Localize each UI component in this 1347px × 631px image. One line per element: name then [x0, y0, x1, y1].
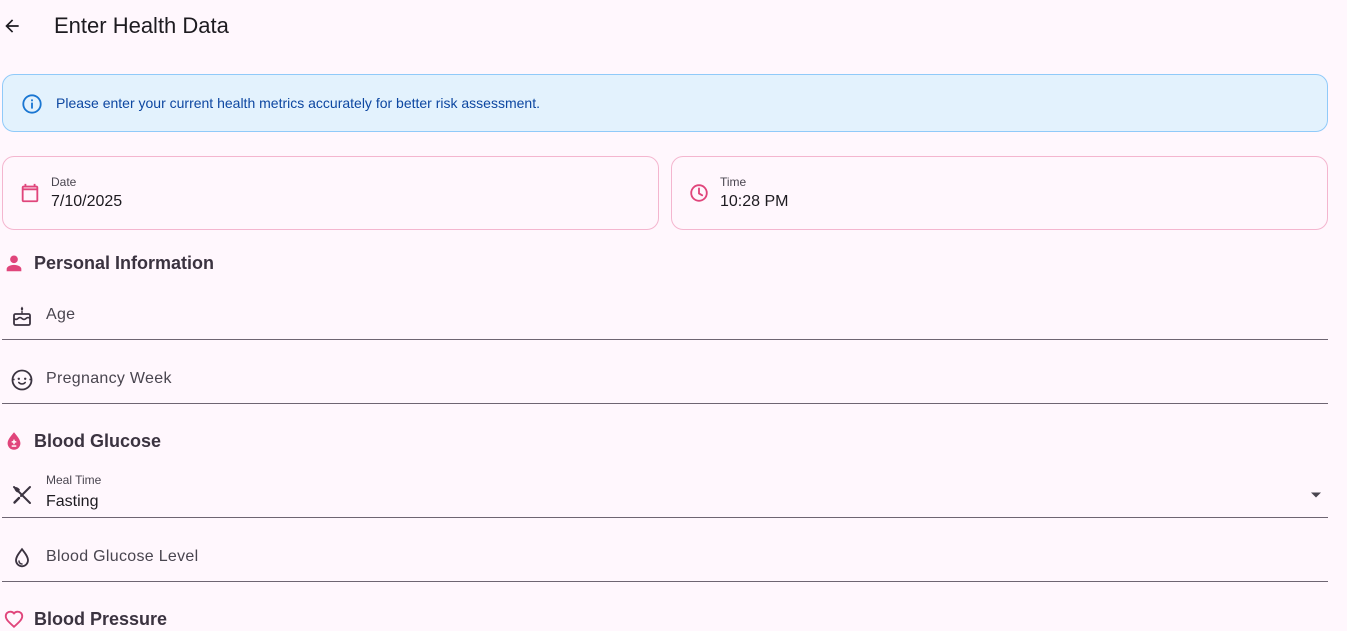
person-icon	[2, 251, 26, 275]
pregnancy-week-placeholder: Pregnancy Week	[46, 370, 172, 387]
page-title: Enter Health Data	[54, 13, 229, 38]
info-banner-text: Please enter your current health metrics…	[56, 95, 540, 111]
age-placeholder: Age	[46, 306, 76, 323]
meal-time-value: Fasting	[46, 493, 99, 510]
age-field[interactable]: Age	[2, 276, 1328, 340]
date-value: 7/10/2025	[51, 193, 123, 210]
baby-face-icon	[11, 369, 33, 391]
meal-time-dropdown[interactable]: Meal Time Fasting	[2, 454, 1328, 518]
section-blood-glucose: Blood Glucose	[2, 429, 161, 453]
section-personal-information: Personal Information	[2, 251, 214, 275]
calendar-icon	[21, 183, 39, 203]
cake-icon	[13, 306, 31, 326]
app-bar: Enter Health Data	[0, 0, 1347, 52]
section-title: Blood Glucose	[34, 430, 162, 451]
date-label: Date	[51, 175, 77, 189]
blood-glucose-level-placeholder: Blood Glucose Level	[46, 548, 199, 565]
time-label: Time	[720, 175, 747, 189]
info-icon	[22, 94, 42, 114]
back-button[interactable]	[0, 12, 24, 40]
dropdown-arrow-icon	[1311, 492, 1321, 498]
section-blood-pressure: Blood Pressure	[2, 607, 167, 631]
blood-glucose-level-field[interactable]: Blood Glucose Level	[2, 518, 1328, 582]
time-value: 10:28 PM	[720, 193, 789, 210]
section-title: Personal Information	[34, 252, 215, 273]
section-title: Blood Pressure	[34, 608, 168, 629]
fork-knife-icon	[13, 486, 31, 504]
time-picker[interactable]: Time 10:28 PM	[671, 156, 1328, 230]
clock-icon	[690, 184, 708, 202]
heart-icon	[2, 607, 26, 631]
meal-time-label: Meal Time	[46, 473, 102, 487]
pregnancy-week-field[interactable]: Pregnancy Week	[2, 340, 1328, 404]
blood-drop-icon	[2, 429, 26, 453]
date-picker[interactable]: Date 7/10/2025	[2, 156, 659, 230]
arrow-back-icon	[5, 19, 19, 33]
info-banner: Please enter your current health metrics…	[2, 74, 1328, 132]
water-drop-icon	[15, 547, 29, 568]
